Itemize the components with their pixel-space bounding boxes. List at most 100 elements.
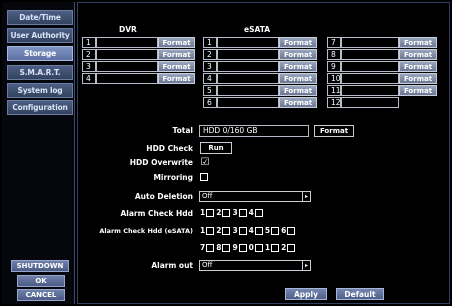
esata-header: eSATA (244, 25, 271, 34)
chevron-down-icon: ▸ (302, 192, 310, 201)
dvr-format-button[interactable]: Format (158, 61, 195, 72)
alarm-esata-checkbox[interactable] (222, 226, 231, 235)
esata-row-number: 3 (203, 61, 217, 72)
alarm-esata-number: 1 (264, 243, 271, 252)
alarm-out-label: Alarm out (151, 261, 193, 270)
apply-button[interactable]: Apply (285, 288, 327, 300)
esata-format-button[interactable]: Format (279, 49, 317, 60)
tab-storage[interactable]: Storage (7, 46, 73, 61)
auto-deletion-select[interactable]: Off ▸ (199, 191, 311, 202)
alarm-esata-number: 0 (248, 243, 254, 252)
dvr-row-number: 1 (82, 37, 96, 48)
default-button[interactable]: Default (336, 288, 384, 300)
chevron-down-icon: ▸ (302, 261, 310, 270)
alarm-hdd-number: 2 (216, 208, 222, 217)
esata-row-value (341, 49, 399, 60)
esata-row-value (217, 73, 279, 84)
esata-format-button[interactable]: Format (399, 85, 437, 96)
esata-format-button[interactable]: Format (399, 37, 437, 48)
cancel-button[interactable]: CANCEL (17, 289, 65, 301)
alarm-esata-checkbox[interactable] (287, 226, 296, 235)
esata-format-button[interactable]: Format (279, 61, 317, 72)
esata-format-button[interactable]: Format (399, 61, 437, 72)
dvr-row-value (96, 61, 158, 72)
esata-row-number: 12 (327, 97, 341, 108)
alarm-check-esata-row1: 1 2 3 4 5 6 (200, 226, 296, 235)
hdd-check-label: HDD Check (146, 144, 193, 153)
alarm-hdd-number: 3 (232, 208, 238, 217)
mirroring-checkbox[interactable] (200, 173, 208, 181)
esata-row-number: 1 (203, 37, 217, 48)
ok-button[interactable]: OK (17, 275, 65, 287)
storage-panel: DVR eSATA 1 Format 2 Format 3 Format 4 F… (77, 2, 450, 304)
total-value: HDD 0/160 GB (199, 125, 309, 137)
dvr-row-number: 3 (82, 61, 96, 72)
mirroring-label: Mirroring (153, 173, 193, 182)
alarm-hdd-checkbox[interactable] (254, 208, 263, 217)
dvr-row-value (96, 49, 158, 60)
dvr-format-button[interactable]: Format (158, 73, 195, 84)
esata-row-value (341, 37, 399, 48)
alarm-hdd-checkbox[interactable] (206, 208, 215, 217)
esata-row-number: 5 (203, 85, 217, 96)
shutdown-button[interactable]: SHUTDOWN (11, 260, 69, 272)
tab-system-log[interactable]: System log (7, 83, 73, 98)
auto-deletion-value: Off (202, 192, 213, 200)
alarm-hdd-number: 1 (200, 208, 206, 217)
dvr-format-button[interactable]: Format (158, 37, 195, 48)
alarm-esata-checkbox[interactable] (206, 226, 215, 235)
alarm-esata-checkbox[interactable] (271, 226, 280, 235)
esata-row-number: 7 (327, 37, 341, 48)
esata-format-button[interactable]: Format (279, 97, 317, 108)
alarm-esata-number: 8 (216, 243, 222, 252)
esata-row-value (341, 61, 399, 72)
alarm-esata-number: 1 (200, 226, 206, 235)
alarm-check-esata-label: Alarm Check Hdd (eSATA) (99, 227, 193, 235)
alarm-esata-checkbox[interactable] (254, 226, 263, 235)
tab-date-time[interactable]: Date/Time (7, 10, 73, 25)
dvr-row-number: 2 (82, 49, 96, 60)
tab-smart[interactable]: S.M.A.R.T. (7, 65, 73, 80)
alarm-out-select[interactable]: Off ▸ (199, 260, 311, 271)
alarm-esata-checkbox[interactable] (238, 243, 247, 252)
esata-format-button[interactable]: Format (279, 85, 317, 96)
alarm-esata-checkbox[interactable] (254, 243, 263, 252)
esata-row-value (217, 37, 279, 48)
alarm-hdd-checkbox[interactable] (238, 208, 247, 217)
alarm-esata-checkbox[interactable] (271, 243, 280, 252)
hdd-overwrite-checkbox[interactable]: ☑ (200, 158, 210, 168)
esata-row-number: 8 (327, 49, 341, 60)
esata-row-value (341, 97, 399, 108)
dvr-row-value (96, 37, 158, 48)
esata-format-button[interactable]: Format (279, 73, 317, 84)
dvr-format-button[interactable]: Format (158, 49, 195, 60)
alarm-esata-number: 5 (264, 226, 271, 235)
alarm-esata-number: 3 (232, 226, 238, 235)
esata-row-number: 2 (203, 49, 217, 60)
dvr-row-number: 4 (82, 73, 96, 84)
alarm-esata-number: 2 (281, 243, 287, 252)
hdd-check-run-button[interactable]: Run (200, 142, 232, 154)
alarm-hdd-number: 4 (248, 208, 254, 217)
auto-deletion-label: Auto Deletion (134, 192, 193, 201)
dvr-row-value (96, 73, 158, 84)
alarm-esata-checkbox[interactable] (222, 243, 231, 252)
alarm-esata-number: 7 (200, 243, 206, 252)
esata-format-button[interactable]: Format (399, 73, 437, 84)
esata-row-value (217, 85, 279, 96)
esata-row-number: 9 (327, 61, 341, 72)
tab-configuration[interactable]: Configuration (7, 100, 73, 115)
alarm-hdd-checkbox[interactable] (222, 208, 231, 217)
esata-format-button[interactable]: Format (399, 49, 437, 60)
alarm-esata-checkbox[interactable] (287, 243, 296, 252)
alarm-esata-checkbox[interactable] (206, 243, 215, 252)
esata-row-value (217, 49, 279, 60)
esata-row-number: 10 (327, 73, 341, 84)
tab-user-authority[interactable]: User Authority (7, 28, 73, 43)
esata-row-value (217, 97, 279, 108)
alarm-esata-checkbox[interactable] (238, 226, 247, 235)
esata-row-number: 11 (327, 85, 341, 96)
esata-format-button[interactable]: Format (279, 37, 317, 48)
total-label: Total (172, 126, 194, 135)
total-format-button[interactable]: Format (314, 125, 354, 137)
